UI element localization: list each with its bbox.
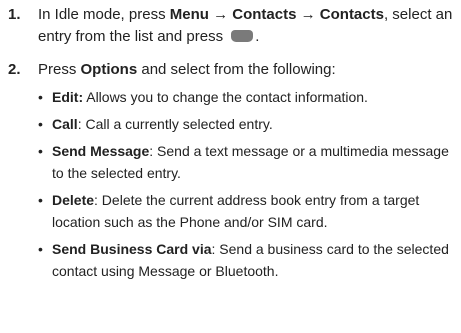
option-title: Send Message (52, 143, 150, 159)
contacts-keyword: Contacts (232, 6, 297, 23)
manual-page: 1. In Idle mode, press Menu → Contacts →… (0, 0, 461, 333)
contacts-keyword: Contacts (319, 6, 384, 23)
option-description: : Delete the current address book entry … (52, 192, 420, 230)
options-keyword: Options (80, 61, 138, 78)
step-2: 2. Press Options and select from the fol… (8, 59, 458, 81)
list-item: Send Message: Send a text message or a m… (38, 140, 458, 184)
step-1: 1. In Idle mode, press Menu → Contacts →… (8, 4, 458, 48)
menu-keyword: Menu (169, 6, 209, 23)
options-list: Edit: Allows you to change the contact i… (38, 86, 458, 282)
option-title: Delete (52, 192, 95, 208)
step-text: In Idle mode, press Menu → Contacts → Co… (38, 6, 453, 45)
step-number: 2. (8, 61, 21, 78)
step-number: 1. (8, 6, 21, 23)
option-title: Edit: (52, 89, 84, 105)
option-title: Send Business Card via (52, 241, 212, 257)
step-text: Press Options and select from the follow… (38, 61, 336, 78)
list-item: Call: Call a currently selected entry. (38, 113, 458, 135)
list-item: Edit: Allows you to change the contact i… (38, 86, 458, 108)
option-description: : Call a currently selected entry. (77, 116, 273, 132)
center-soft-key-icon (231, 30, 254, 42)
list-item: Delete: Delete the current address book … (38, 189, 458, 233)
option-description: Allows you to change the contact informa… (83, 89, 368, 105)
list-item: Send Business Card via: Send a business … (38, 238, 458, 282)
option-title: Call (52, 116, 78, 132)
